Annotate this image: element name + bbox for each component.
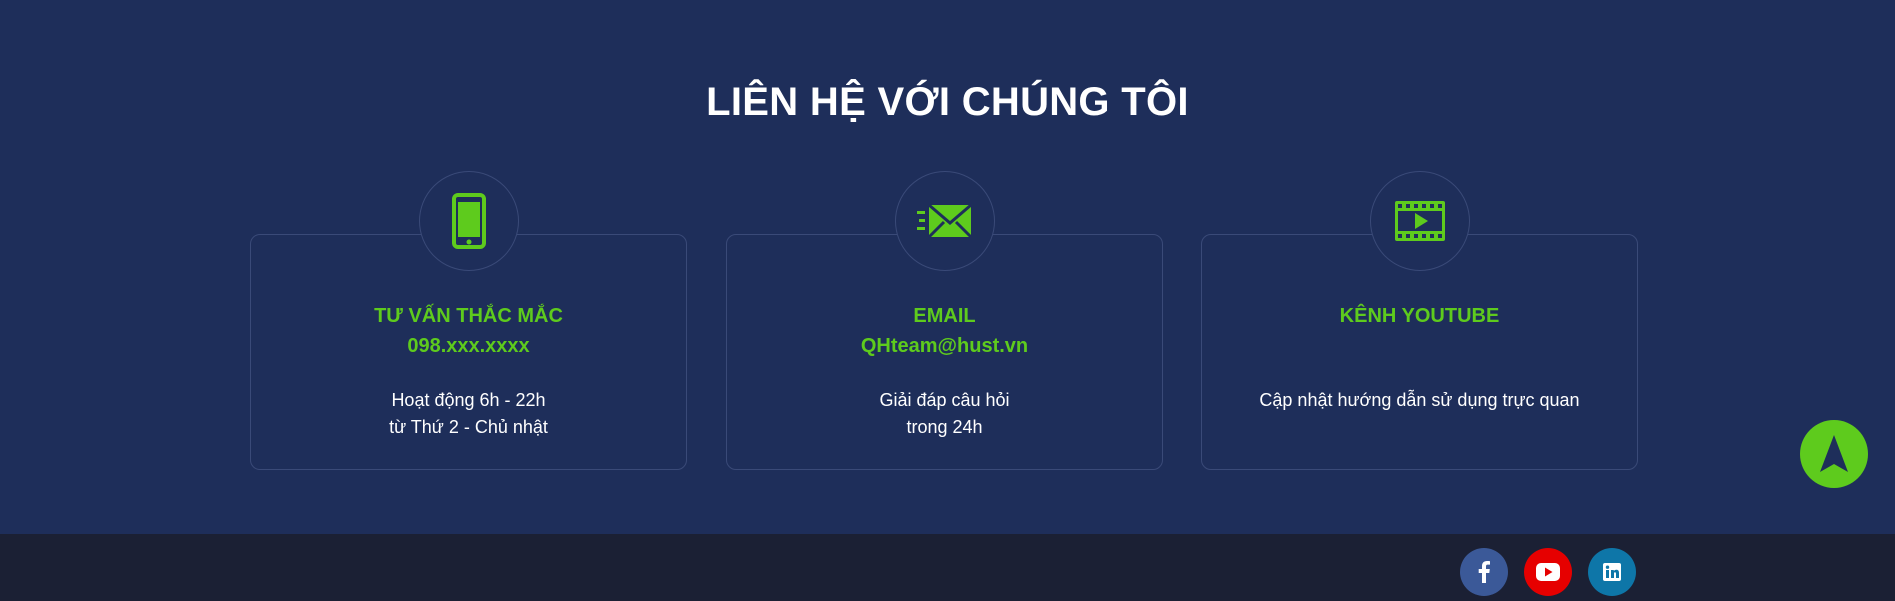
card-title: TƯ VẤN THẮC MẮC xyxy=(374,305,563,327)
facebook-link[interactable] xyxy=(1460,548,1508,596)
contact-section: LIÊN HỆ VỚI CHÚNG TÔI TƯ VẤN THẮC MẮC 09… xyxy=(0,0,1895,534)
card-heading: TƯ VẤN THẮC MẮC 098.xxx.xxxx xyxy=(251,301,686,361)
card-description-line: Cập nhật hướng dẫn sử dụng trực quan xyxy=(1259,390,1580,410)
card-description: Hoạt động 6h - 22h từ Thứ 2 - Chủ nhật xyxy=(251,387,686,441)
scroll-to-top-button[interactable] xyxy=(1800,420,1868,488)
youtube-icon xyxy=(1536,563,1560,581)
linkedin-icon xyxy=(1603,563,1621,581)
youtube-link[interactable] xyxy=(1524,548,1572,596)
email-address[interactable]: QHteam@hust.vn xyxy=(727,331,1162,361)
section-title: LIÊN HỆ VỚI CHÚNG TÔI xyxy=(706,80,1189,124)
card-heading: EMAIL QHteam@hust.vn xyxy=(727,301,1162,361)
card-description: Giải đáp câu hỏi trong 24h xyxy=(727,387,1162,441)
card-description: Cập nhật hướng dẫn sử dụng trực quan xyxy=(1202,387,1637,414)
phone-number[interactable]: 098.xxx.xxxx xyxy=(251,331,686,361)
navigation-arrow-icon xyxy=(1820,435,1848,472)
card-title: EMAIL xyxy=(913,305,976,327)
card-description-line: từ Thứ 2 - Chủ nhật xyxy=(389,417,548,437)
card-description-line: Hoạt động 6h - 22h xyxy=(391,390,546,410)
card-description-line: Giải đáp câu hỏi xyxy=(879,390,1010,410)
video-icon xyxy=(1370,171,1470,271)
email-icon xyxy=(895,171,995,271)
linkedin-link[interactable] xyxy=(1588,548,1636,596)
facebook-icon xyxy=(1478,561,1490,583)
smartphone-icon xyxy=(419,171,519,271)
card-heading: KÊNH YOUTUBE xyxy=(1202,301,1637,331)
card-description-line: trong 24h xyxy=(906,417,983,437)
card-title: KÊNH YOUTUBE xyxy=(1339,305,1500,327)
